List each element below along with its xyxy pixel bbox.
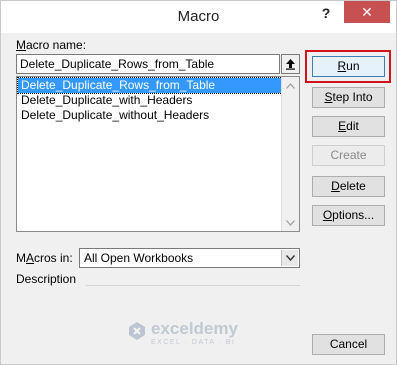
macros-in-label: MAcros in:	[16, 251, 73, 265]
create-button[interactable]: Create	[312, 145, 385, 166]
description-divider	[86, 285, 300, 286]
upload-arrow-button[interactable]	[281, 54, 300, 74]
run-button[interactable]: Run	[312, 56, 385, 77]
macro-name-input[interactable]: Delete_Duplicate_Rows_from_Table	[16, 54, 280, 74]
list-item[interactable]: Delete_Duplicate_with_Headers	[18, 93, 282, 108]
watermark-name: exceldemy	[151, 319, 238, 338]
scroll-up-icon[interactable]	[282, 77, 299, 94]
macros-in-value: All Open Workbooks	[84, 251, 194, 265]
scroll-down-icon[interactable]	[282, 214, 299, 231]
step-into-button[interactable]: Step Into	[312, 87, 385, 108]
macro-name-label: Macro name:	[16, 38, 87, 52]
up-arrow-icon	[286, 59, 295, 70]
macros-in-dropdown[interactable]: All Open Workbooks	[79, 248, 300, 268]
exceldemy-watermark: exceldemy EXCEL · DATA · BI	[127, 319, 277, 349]
list-item[interactable]: Delete_Duplicate_without_Headers	[18, 108, 282, 123]
close-button[interactable]: ✕	[344, 1, 390, 23]
exceldemy-logo-icon	[129, 322, 145, 340]
edit-button[interactable]: Edit	[312, 116, 385, 137]
watermark-tagline: EXCEL · DATA · BI	[151, 339, 236, 346]
macro-dialog: Macro ? ✕ Macro name: Delete_Duplicate_R…	[0, 0, 397, 365]
title-bar: Macro ? ✕	[1, 1, 396, 33]
delete-button[interactable]: Delete	[312, 176, 385, 197]
options-button[interactable]: Options...	[312, 205, 385, 226]
list-item[interactable]: Delete_Duplicate_Rows_from_Table	[17, 77, 283, 94]
description-label: Description	[16, 272, 77, 286]
chevron-down-icon[interactable]	[281, 250, 298, 266]
cancel-button[interactable]: Cancel	[312, 334, 385, 355]
list-scrollbar[interactable]	[281, 77, 299, 231]
macro-list[interactable]: Delete_Duplicate_Rows_from_Table Delete_…	[16, 76, 300, 232]
help-button[interactable]: ?	[313, 2, 339, 24]
